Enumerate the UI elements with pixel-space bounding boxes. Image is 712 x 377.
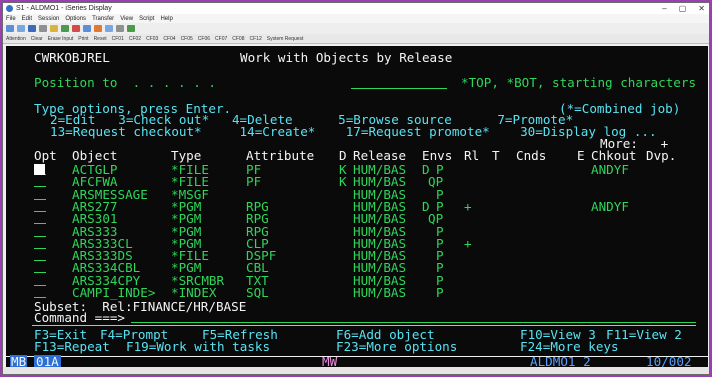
menu-help[interactable]: Help: [160, 16, 172, 22]
header-d: D: [339, 148, 347, 163]
key-clear[interactable]: Clear: [31, 36, 43, 42]
key-cf08[interactable]: CF08: [232, 36, 244, 42]
fkey-f13[interactable]: F13=Repeat: [34, 340, 110, 353]
key-bar: Attention Clear Erase Input Print Reset …: [3, 34, 709, 44]
header-cnds: Cnds: [516, 148, 547, 163]
header-e: E: [577, 148, 585, 163]
minimize-button[interactable]: –: [662, 4, 666, 13]
header-object: Object: [72, 148, 118, 163]
cell-chkout: ANDYF: [591, 198, 629, 214]
title-bar: S1 - ALDMO1 - iSeries Display – ▢ ✕: [3, 3, 709, 14]
key-cf02[interactable]: CF02: [129, 36, 141, 42]
header-release: Release: [353, 148, 407, 163]
menu-view[interactable]: View: [120, 16, 133, 22]
header-rl: Rl: [464, 148, 480, 163]
cell-rl: +: [464, 235, 472, 251]
header-type: Type: [171, 148, 202, 163]
cell-d: K: [339, 174, 347, 190]
menu-edit[interactable]: Edit: [22, 16, 32, 22]
play-icon[interactable]: [127, 25, 135, 32]
key-cf05[interactable]: CF05: [181, 36, 193, 42]
settings-icon[interactable]: [116, 25, 124, 32]
key-cf12[interactable]: CF12: [250, 36, 262, 42]
column-headers: Opt Object Type Attribute D Release Envs…: [6, 149, 708, 162]
print-icon[interactable]: [39, 25, 47, 32]
option-input[interactable]: [34, 297, 46, 298]
key-cf04[interactable]: CF04: [163, 36, 175, 42]
program-name: CWRKOBJREL: [34, 50, 110, 65]
bottom-bar: [3, 367, 709, 374]
header-opt: Opt: [34, 148, 57, 163]
app-icon: [6, 5, 13, 12]
terminal-screen: CWRKOBJREL Work with Objects by Release …: [6, 46, 708, 356]
maximize-button[interactable]: ▢: [679, 4, 687, 13]
header-t: T: [492, 148, 500, 163]
menu-script[interactable]: Script: [139, 16, 154, 22]
paste-icon[interactable]: [61, 25, 69, 32]
cell-object: CAMPI_INDE>: [72, 285, 156, 300]
cell-attribute: PF: [246, 174, 262, 190]
page-title: Work with Objects by Release: [240, 50, 453, 65]
open-icon[interactable]: [17, 25, 25, 32]
window-title: S1 - ALDMO1 - iSeries Display: [16, 5, 112, 12]
key-print[interactable]: Print: [78, 36, 88, 42]
header-attribute: Attribute: [246, 148, 315, 163]
cell-type: *INDEX: [171, 285, 217, 300]
key-cf06[interactable]: CF06: [198, 36, 210, 42]
menu-session[interactable]: Session: [38, 16, 59, 22]
fkey-f23[interactable]: F23=More options: [336, 340, 457, 353]
stop-icon[interactable]: [72, 25, 80, 32]
position-hint: *TOP, *BOT, starting characters: [461, 75, 697, 90]
emulator-window: S1 - ALDMO1 - iSeries Display – ▢ ✕ File…: [2, 2, 710, 375]
key-cf01[interactable]: CF01: [112, 36, 124, 42]
command-label: Command ===>: [34, 310, 125, 325]
menu-options[interactable]: Options: [65, 16, 86, 22]
separator-line: [32, 325, 696, 326]
toolbar: [3, 23, 709, 34]
cell-release: HUM/BAS: [353, 285, 407, 300]
text-cursor: [34, 164, 45, 175]
key-erase-input[interactable]: Erase Input: [48, 36, 74, 42]
position-input[interactable]: [351, 88, 447, 89]
cell-rl: +: [464, 198, 472, 214]
menu-file[interactable]: File: [6, 16, 16, 22]
cell-env2: P: [436, 285, 444, 300]
cell-attribute: SQL: [246, 285, 269, 300]
command-input[interactable]: [131, 322, 696, 323]
position-label: Position to . . . . . .: [34, 75, 216, 90]
key-system-request[interactable]: System Request: [267, 36, 304, 42]
fkey-f24[interactable]: F24=More keys: [520, 340, 619, 353]
menu-bar: File Edit Session Options Transfer View …: [3, 14, 709, 23]
macro-icon[interactable]: [83, 25, 91, 32]
save-icon[interactable]: [28, 25, 36, 32]
menu-transfer[interactable]: Transfer: [92, 16, 114, 22]
transfer-icon[interactable]: [105, 25, 113, 32]
new-session-icon[interactable]: [6, 25, 14, 32]
key-cf03[interactable]: CF03: [146, 36, 158, 42]
close-button[interactable]: ✕: [698, 4, 705, 13]
table-row: CAMPI_INDE> *INDEX SQL HUM/BAS P: [6, 286, 708, 299]
header-chkout: Chkout: [591, 148, 637, 163]
fkey-f19[interactable]: F19=Work with tasks: [126, 340, 270, 353]
key-cf07[interactable]: CF07: [215, 36, 227, 42]
copy-icon[interactable]: [50, 25, 58, 32]
header-envs: Envs: [422, 148, 453, 163]
status-line: MB 01A MW ALDMO1_2 10/002: [6, 355, 708, 368]
key-attention[interactable]: Attention: [6, 36, 26, 42]
cell-chkout: ANDYF: [591, 162, 629, 177]
key-reset[interactable]: Reset: [94, 36, 107, 42]
record-icon[interactable]: [94, 25, 102, 32]
header-dvp: Dvp.: [646, 148, 677, 163]
